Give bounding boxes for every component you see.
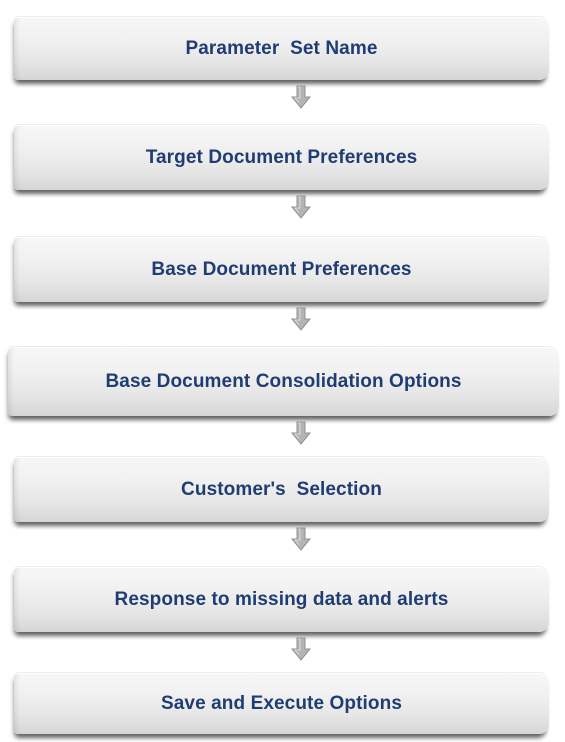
step-label: Target Document Preferences: [145, 146, 418, 168]
step-parameter-set-name: Parameter Set Name: [14, 16, 549, 80]
down-arrow-icon: [290, 85, 312, 109]
step-response-to-missing-data-and-alerts: Response to missing data and alerts: [14, 566, 549, 632]
down-arrow-icon: [290, 527, 312, 551]
step-label: Save and Execute Options: [160, 692, 403, 714]
down-arrow-icon: [290, 421, 312, 445]
step-label: Base Document Preferences: [151, 258, 412, 280]
step-save-and-execute-options: Save and Execute Options: [14, 672, 549, 734]
down-arrow-icon: [290, 307, 312, 331]
step-customers-selection: Customer's Selection: [14, 456, 549, 522]
step-label: Base Document Consolidation Options: [105, 370, 462, 392]
down-arrow-icon: [290, 195, 312, 219]
step-base-document-consolidation-options: Base Document Consolidation Options: [8, 346, 559, 416]
step-label: Response to missing data and alerts: [114, 588, 449, 610]
step-label: Parameter Set Name: [185, 37, 378, 59]
process-flowchart: Parameter Set Name Target Document Prefe…: [0, 0, 565, 742]
step-target-document-preferences: Target Document Preferences: [14, 124, 549, 190]
step-label: Customer's Selection: [181, 478, 382, 500]
down-arrow-icon: [290, 637, 312, 661]
step-base-document-preferences: Base Document Preferences: [14, 236, 549, 302]
